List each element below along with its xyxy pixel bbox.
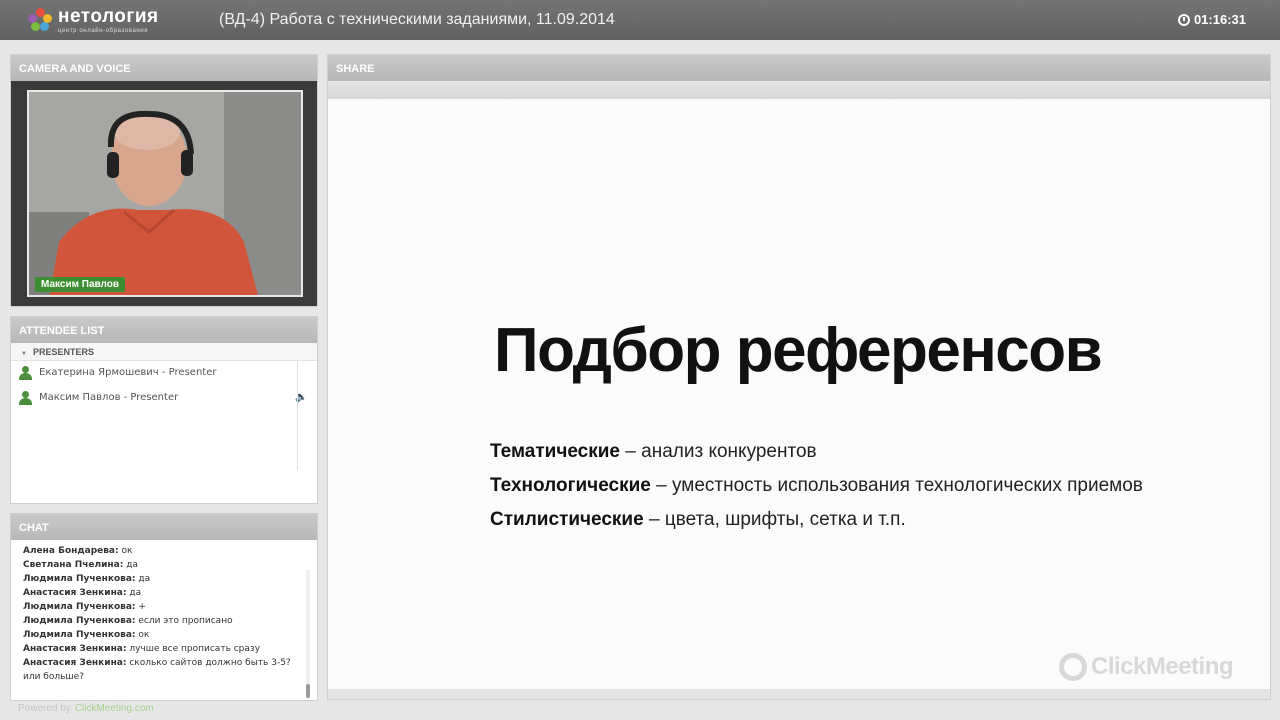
- chat-text: да: [138, 574, 151, 584]
- chat-message: Людмила Пученкова: да: [23, 572, 317, 586]
- chat-message: Людмила Пученкова: если это прописано: [23, 614, 317, 628]
- slide-bullet: Тематические – анализ конкурентов: [490, 441, 817, 463]
- chat-author: Анастасия Зенкина:: [23, 588, 127, 598]
- chat-text: ок: [121, 546, 133, 556]
- logo-subtitle: центр онлайн-образования: [58, 27, 149, 34]
- clickmeeting-logo-icon: [1059, 653, 1087, 681]
- chat-author: Анастасия Зенкина:: [23, 658, 127, 668]
- netology-logo: нетология центр онлайн-образования: [28, 4, 159, 36]
- chat-scrollbar[interactable]: [306, 570, 310, 698]
- camera-panel: CAMERA AND VOICE Максим Павлов: [10, 54, 318, 307]
- chat-author: Алена Бондарева:: [23, 546, 119, 556]
- person-icon: [19, 391, 32, 405]
- attendee-row[interactable]: Екатерина Ярмошевич - Presenter: [11, 361, 317, 386]
- collapse-triangle-icon: ▼: [21, 351, 27, 357]
- footer-prefix: Powered by: [18, 703, 71, 714]
- attendee-name: Екатерина Ярмошевич - Presenter: [39, 367, 217, 378]
- logo-flower-icon: [28, 8, 52, 32]
- presenter-name-tag: Максим Павлов: [35, 277, 126, 292]
- slide-bullet-text: – анализ конкурентов: [625, 441, 817, 462]
- session-timer: 01:16:31: [1177, 12, 1246, 27]
- chat-message: Людмила Пученкова: ок: [23, 628, 317, 642]
- presenter-video[interactable]: Максим Павлов: [27, 90, 303, 297]
- slide-bullet-term: Стилистические: [490, 509, 644, 530]
- chat-text: да: [129, 588, 142, 598]
- chat-text: если это прописано: [138, 616, 233, 626]
- chat-message: Анастасия Зенкина: да: [23, 586, 317, 600]
- share-toolbar-strip: [328, 81, 1270, 99]
- shared-slide: Подбор референсов Тематические – анализ …: [328, 99, 1270, 689]
- footer-brand-link[interactable]: ClickMeeting.com: [75, 703, 154, 714]
- chat-author: Людмила Пученкова:: [23, 574, 136, 584]
- chat-text: да: [126, 560, 138, 570]
- top-bar: нетология центр онлайн-образования (ВД-4…: [0, 0, 1280, 40]
- chat-message: Алена Бондарева: ок: [23, 544, 317, 558]
- presenter-video-image: [29, 92, 301, 295]
- camera-panel-header: CAMERA AND VOICE: [11, 55, 317, 81]
- slide-bullet-text: – уместность использования технологическ…: [656, 475, 1143, 496]
- watermark-text: ClickMeeting: [1091, 653, 1234, 680]
- presenters-group-label: PRESENTERS: [32, 347, 94, 357]
- slide-title: Подбор референсов: [494, 316, 1103, 385]
- chat-header: CHAT: [11, 514, 317, 540]
- chat-author: Людмила Пученкова:: [23, 602, 136, 612]
- share-header: SHARE: [328, 55, 1270, 81]
- chat-text: +: [138, 602, 146, 612]
- chat-author: Светлана Пчелина:: [23, 560, 124, 570]
- attendee-list-header: ATTENDEE LIST: [11, 317, 317, 343]
- column-divider: [297, 360, 298, 470]
- meeting-title: (ВД-4) Работа с техническими заданиями, …: [219, 11, 615, 28]
- slide-bullet-term: Технологические: [490, 475, 651, 496]
- attendee-row[interactable]: Максим Павлов - Presenter 🔈: [11, 386, 317, 411]
- clickmeeting-watermark: ClickMeeting: [1059, 653, 1234, 681]
- chat-message: Людмила Пученкова: +: [23, 600, 317, 614]
- slide-bullet: Стилистические – цвета, шрифты, сетка и …: [490, 509, 906, 531]
- logo-name: нетология: [58, 5, 159, 27]
- chat-panel: CHAT Алена Бондарева: ок Светлана Пчелин…: [10, 513, 318, 701]
- chat-scroll-thumb[interactable]: [306, 684, 310, 698]
- chat-message: Светлана Пчелина: да: [23, 558, 317, 572]
- chat-messages[interactable]: Алена Бондарева: ок Светлана Пчелина: да…: [11, 540, 317, 700]
- slide-bullet: Технологические – уместность использован…: [490, 475, 1143, 497]
- chat-text: лучше все прописать сразу: [129, 644, 261, 654]
- slide-bullet-term: Тематические: [490, 441, 621, 462]
- attendee-name: Максим Павлов - Presenter: [39, 392, 179, 403]
- chat-author: Анастасия Зенкина:: [23, 644, 127, 654]
- chat-message: Анастасия Зенкина: лучше все прописать с…: [23, 642, 317, 656]
- presenters-group[interactable]: ▼ PRESENTERS: [11, 343, 317, 361]
- attendee-list-panel: ATTENDEE LIST ▼ PRESENTERS Екатерина Ярмо…: [10, 316, 318, 504]
- share-bottom-strip: [328, 689, 1270, 699]
- chat-author: Людмила Пученкова:: [23, 616, 136, 626]
- slide-bullet-text: – цвета, шрифты, сетка и т.п.: [648, 509, 906, 530]
- share-panel: SHARE Подбор референсов Тематические – а…: [327, 54, 1271, 700]
- footer: Powered by ClickMeeting.com: [18, 703, 154, 714]
- person-icon: [19, 366, 32, 380]
- clock-icon: [1177, 13, 1190, 26]
- timer-value: 01:16:31: [1193, 12, 1246, 27]
- chat-message: Анастасия Зенкина: сколько сайтов должно…: [23, 656, 308, 684]
- chat-text: ок: [138, 630, 150, 640]
- chat-author: Людмила Пученкова:: [23, 630, 136, 640]
